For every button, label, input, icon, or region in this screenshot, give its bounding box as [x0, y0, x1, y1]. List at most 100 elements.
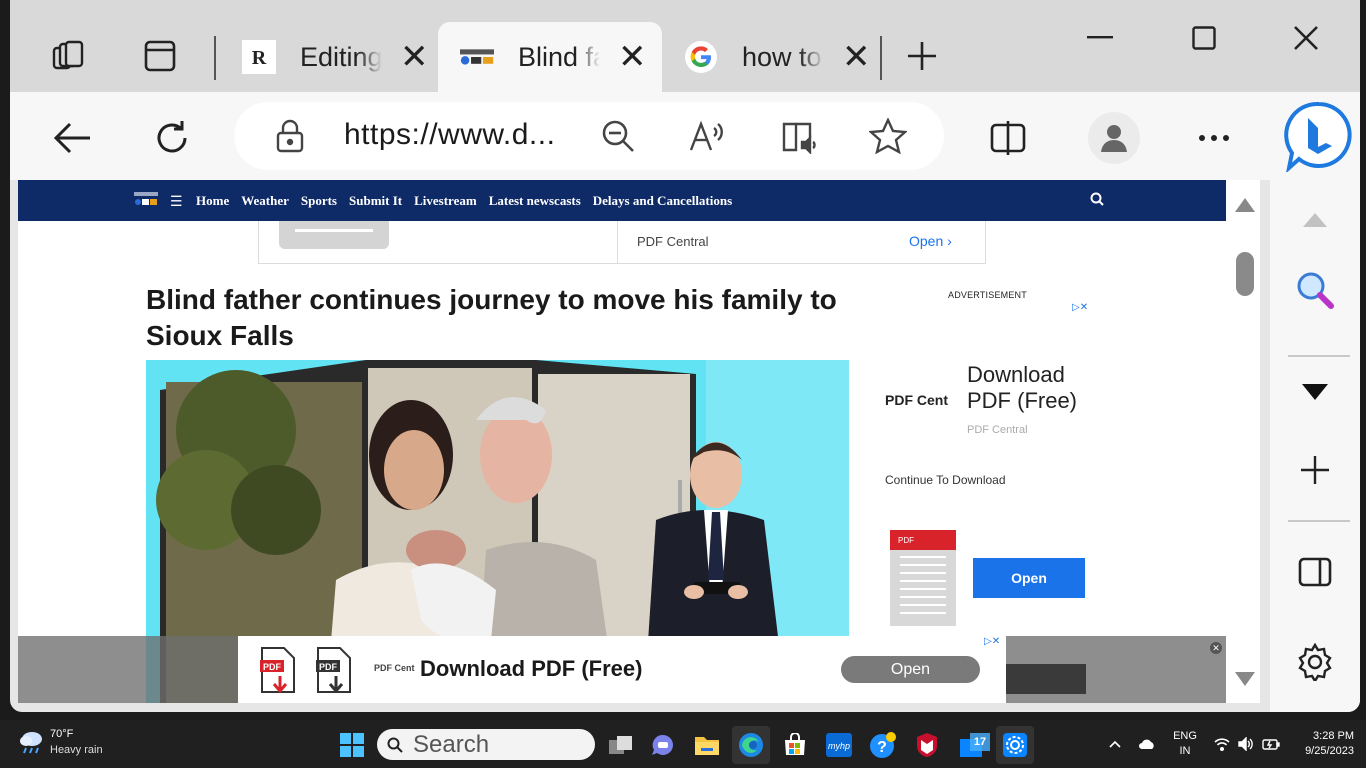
volume-icon[interactable]	[1236, 720, 1256, 768]
new-tab-icon[interactable]	[902, 36, 942, 76]
close-ad-icon[interactable]: ✕	[1210, 642, 1222, 654]
scroll-up-arrow-icon[interactable]	[1235, 198, 1255, 212]
hp-support-icon[interactable]: ?	[864, 726, 902, 764]
back-icon[interactable]	[48, 114, 96, 162]
maximize-icon[interactable]	[1174, 18, 1234, 58]
microsoft-store-icon[interactable]	[776, 726, 814, 764]
hamburger-menu-icon[interactable]: ☰	[170, 193, 183, 210]
settings-gear-icon[interactable]	[1295, 642, 1335, 682]
more-options-icon[interactable]	[1190, 114, 1238, 162]
workspaces-icon[interactable]	[48, 36, 88, 76]
taskbar-search[interactable]: Search	[377, 729, 595, 760]
snip-app-icon[interactable]: 17	[956, 726, 994, 764]
svg-text:?: ?	[877, 739, 887, 756]
url-text[interactable]: https://www.d...	[344, 118, 555, 152]
system-clock[interactable]: 3:28 PM 9/25/2023	[1290, 729, 1354, 759]
advertisement-label: ADVERTISEMENT	[948, 290, 1027, 300]
read-aloud-icon[interactable]	[688, 116, 728, 156]
minimize-icon[interactable]	[1070, 18, 1130, 58]
svg-text:17: 17	[974, 736, 986, 748]
menu-item-weather[interactable]: Weather	[241, 193, 289, 209]
bing-copilot-icon[interactable]	[1284, 100, 1354, 174]
web-page: ☰ Home Weather Sports Submit It Livestre…	[18, 180, 1226, 703]
close-window-icon[interactable]	[1276, 18, 1336, 58]
tab-separator	[214, 36, 216, 80]
doc-line	[900, 580, 946, 582]
weather-widget[interactable]: 70°F Heavy rain	[18, 728, 103, 759]
sidebar-divider	[1288, 355, 1350, 357]
side-ad-cta[interactable]: Continue To Download	[885, 473, 1006, 487]
tab-how-to[interactable]: how to ✕	[662, 22, 880, 92]
menu-item-latest-newscasts[interactable]: Latest newscasts	[489, 193, 581, 209]
hide-sidebar-icon[interactable]	[1295, 552, 1335, 592]
dakota-news-now-logo-icon	[460, 40, 494, 74]
onedrive-cloud-icon[interactable]	[1136, 720, 1158, 768]
side-ad-open-button[interactable]: Open	[973, 558, 1085, 598]
search-icon	[387, 737, 403, 753]
bottom-ad-open-button[interactable]: Open	[841, 656, 980, 683]
top-banner-ad[interactable]: PDF Central Open ›	[258, 221, 986, 264]
tab-actions-icon[interactable]	[140, 36, 180, 76]
doc-line	[900, 596, 946, 598]
mcafee-icon[interactable]	[908, 726, 946, 764]
favorite-star-icon[interactable]	[868, 116, 908, 156]
dakota-news-now-logo-icon[interactable]	[134, 192, 158, 208]
menu-item-sports[interactable]: Sports	[301, 193, 337, 209]
tab-editing[interactable]: R Editing ✕	[220, 22, 440, 92]
site-search-icon[interactable]	[1090, 192, 1104, 211]
bottom-sticky-ad[interactable]: PDF PDF PDF Cent Download PDF (Free) Ope…	[238, 636, 1006, 703]
side-ad[interactable]: PDF Cent Download PDF (Free) PDF Central…	[878, 320, 1108, 640]
language-indicator[interactable]: ENG IN	[1170, 729, 1200, 759]
add-sidebar-app-icon[interactable]	[1295, 450, 1335, 490]
pdf-document-icon: PDF	[890, 530, 956, 626]
show-hidden-icons-icon[interactable]	[1106, 720, 1124, 768]
windows-taskbar: 70°F Heavy rain Search myhp ? 17 ENG IN …	[0, 720, 1366, 768]
scrollbar-thumb[interactable]	[1236, 252, 1254, 296]
close-tab-icon[interactable]: ✕	[618, 40, 647, 74]
zoom-out-icon[interactable]	[598, 116, 638, 156]
address-toolbar: https://www.d...	[10, 92, 1360, 180]
file-explorer-icon[interactable]	[688, 726, 726, 764]
menu-item-submit-it[interactable]: Submit It	[349, 193, 402, 209]
top-ad-open-button[interactable]: Open ›	[909, 233, 952, 249]
desktop: R Editing ✕ Blind father continues journ…	[0, 0, 1366, 768]
wifi-icon[interactable]	[1212, 720, 1232, 768]
site-menu: Home Weather Sports Submit It Livestream…	[196, 193, 732, 209]
svg-text:myhp: myhp	[828, 741, 850, 751]
split-screen-icon[interactable]	[984, 114, 1032, 162]
lock-icon[interactable]	[270, 116, 310, 156]
battery-charging-icon[interactable]	[1260, 720, 1282, 768]
side-ad-title-line2: PDF (Free)	[967, 388, 1077, 413]
edge-browser-icon[interactable]	[732, 726, 770, 764]
close-tab-icon[interactable]: ✕	[400, 40, 429, 74]
weather-temp: 70°F	[50, 728, 74, 740]
page-scrollbar[interactable]	[1226, 180, 1260, 703]
scroll-down-arrow-icon[interactable]	[1235, 672, 1255, 686]
profile-icon[interactable]	[1088, 112, 1140, 164]
ad-choices-icon[interactable]: ▷✕	[1072, 302, 1088, 313]
teams-chat-icon[interactable]	[644, 726, 682, 764]
svg-text:PDF: PDF	[319, 662, 338, 672]
svg-text:R: R	[252, 47, 267, 69]
sidebar-scroll-up-icon[interactable]	[1295, 200, 1335, 240]
settings-app-icon[interactable]	[996, 726, 1034, 764]
menu-item-delays[interactable]: Delays and Cancellations	[593, 193, 732, 209]
menu-item-home[interactable]: Home	[196, 193, 229, 209]
task-view-icon[interactable]	[602, 726, 640, 764]
doc-line	[900, 588, 946, 590]
refresh-icon[interactable]	[148, 114, 196, 162]
tab-blind-father[interactable]: Blind father continues journey ✕	[438, 22, 662, 92]
ad-choices-icon[interactable]: ▷✕	[984, 636, 1000, 647]
start-windows-icon[interactable]	[333, 726, 371, 764]
menu-item-livestream[interactable]: Livestream	[414, 193, 477, 209]
pdf-badge: PDF	[890, 530, 956, 550]
sidebar-dropdown-icon[interactable]	[1295, 372, 1335, 412]
doc-line	[900, 604, 946, 606]
immersive-reader-icon[interactable]	[780, 116, 820, 156]
close-tab-icon[interactable]: ✕	[842, 40, 871, 74]
search-sidebar-icon[interactable]	[1295, 270, 1335, 310]
myhp-icon[interactable]: myhp	[820, 726, 858, 764]
address-bar[interactable]: https://www.d...	[234, 102, 944, 170]
svg-text:PDF: PDF	[263, 662, 282, 672]
tab-bar: R Editing ✕ Blind father continues journ…	[10, 0, 1360, 92]
